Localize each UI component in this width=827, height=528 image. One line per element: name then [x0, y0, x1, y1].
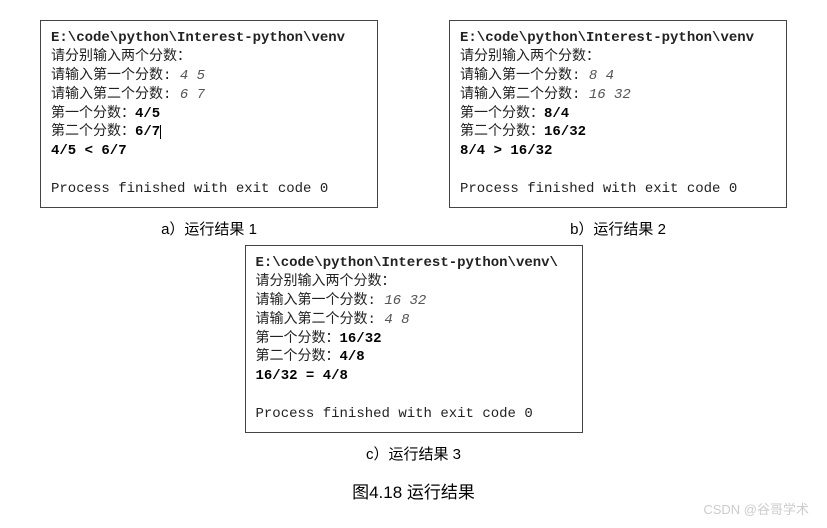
- panel-c: E:\code\python\Interest-python\venv\ 请分别…: [245, 245, 583, 464]
- exit-line: Process finished with exit code 0: [51, 180, 367, 199]
- output2-line: 第二个分数：4/8: [256, 348, 572, 367]
- compare-line: 4/5 < 6/7: [51, 142, 367, 161]
- prompt-line: 请分别输入两个分数：: [256, 273, 572, 292]
- output1-line: 第一个分数：4/5: [51, 105, 367, 124]
- output1-line: 第一个分数：8/4: [460, 105, 776, 124]
- input2-line: 请输入第二个分数: 6 7: [51, 86, 367, 105]
- console-output-a: E:\code\python\Interest-python\venv 请分别输…: [40, 20, 378, 208]
- compare-line: 16/32 = 4/8: [256, 367, 572, 386]
- output2-line: 第二个分数：16/32: [460, 123, 776, 142]
- input1-line: 请输入第一个分数: 8 4: [460, 67, 776, 86]
- panel-a: E:\code\python\Interest-python\venv 请分别输…: [40, 20, 378, 239]
- input1-line: 请输入第一个分数: 4 5: [51, 67, 367, 86]
- watermark: CSDN @谷哥学术: [703, 499, 809, 518]
- path-line: E:\code\python\Interest-python\venv: [51, 29, 367, 48]
- input1-line: 请输入第一个分数: 16 32: [256, 292, 572, 311]
- input2-line: 请输入第二个分数: 4 8: [256, 311, 572, 330]
- exit-line: Process finished with exit code 0: [460, 180, 776, 199]
- prompt-line: 请分别输入两个分数：: [51, 48, 367, 67]
- exit-line: Process finished with exit code 0: [256, 405, 572, 424]
- path-line: E:\code\python\Interest-python\venv\: [256, 254, 572, 273]
- figure-title: 图4.18 运行结果: [40, 478, 787, 503]
- input2-line: 请输入第二个分数: 16 32: [460, 86, 776, 105]
- caption-b: b）运行结果 2: [570, 218, 666, 239]
- path-line: E:\code\python\Interest-python\venv: [460, 29, 776, 48]
- blank-line: [460, 161, 776, 180]
- output2-line: 第二个分数：6/7: [51, 123, 367, 142]
- compare-line: 8/4 > 16/32: [460, 142, 776, 161]
- console-output-c: E:\code\python\Interest-python\venv\ 请分别…: [245, 245, 583, 433]
- blank-line: [51, 161, 367, 180]
- console-output-b: E:\code\python\Interest-python\venv 请分别输…: [449, 20, 787, 208]
- caption-c: c）运行结果 3: [366, 443, 461, 464]
- caption-a: a）运行结果 1: [161, 218, 257, 239]
- output1-line: 第一个分数：16/32: [256, 330, 572, 349]
- blank-line: [256, 386, 572, 405]
- prompt-line: 请分别输入两个分数：: [460, 48, 776, 67]
- panel-b: E:\code\python\Interest-python\venv 请分别输…: [449, 20, 787, 239]
